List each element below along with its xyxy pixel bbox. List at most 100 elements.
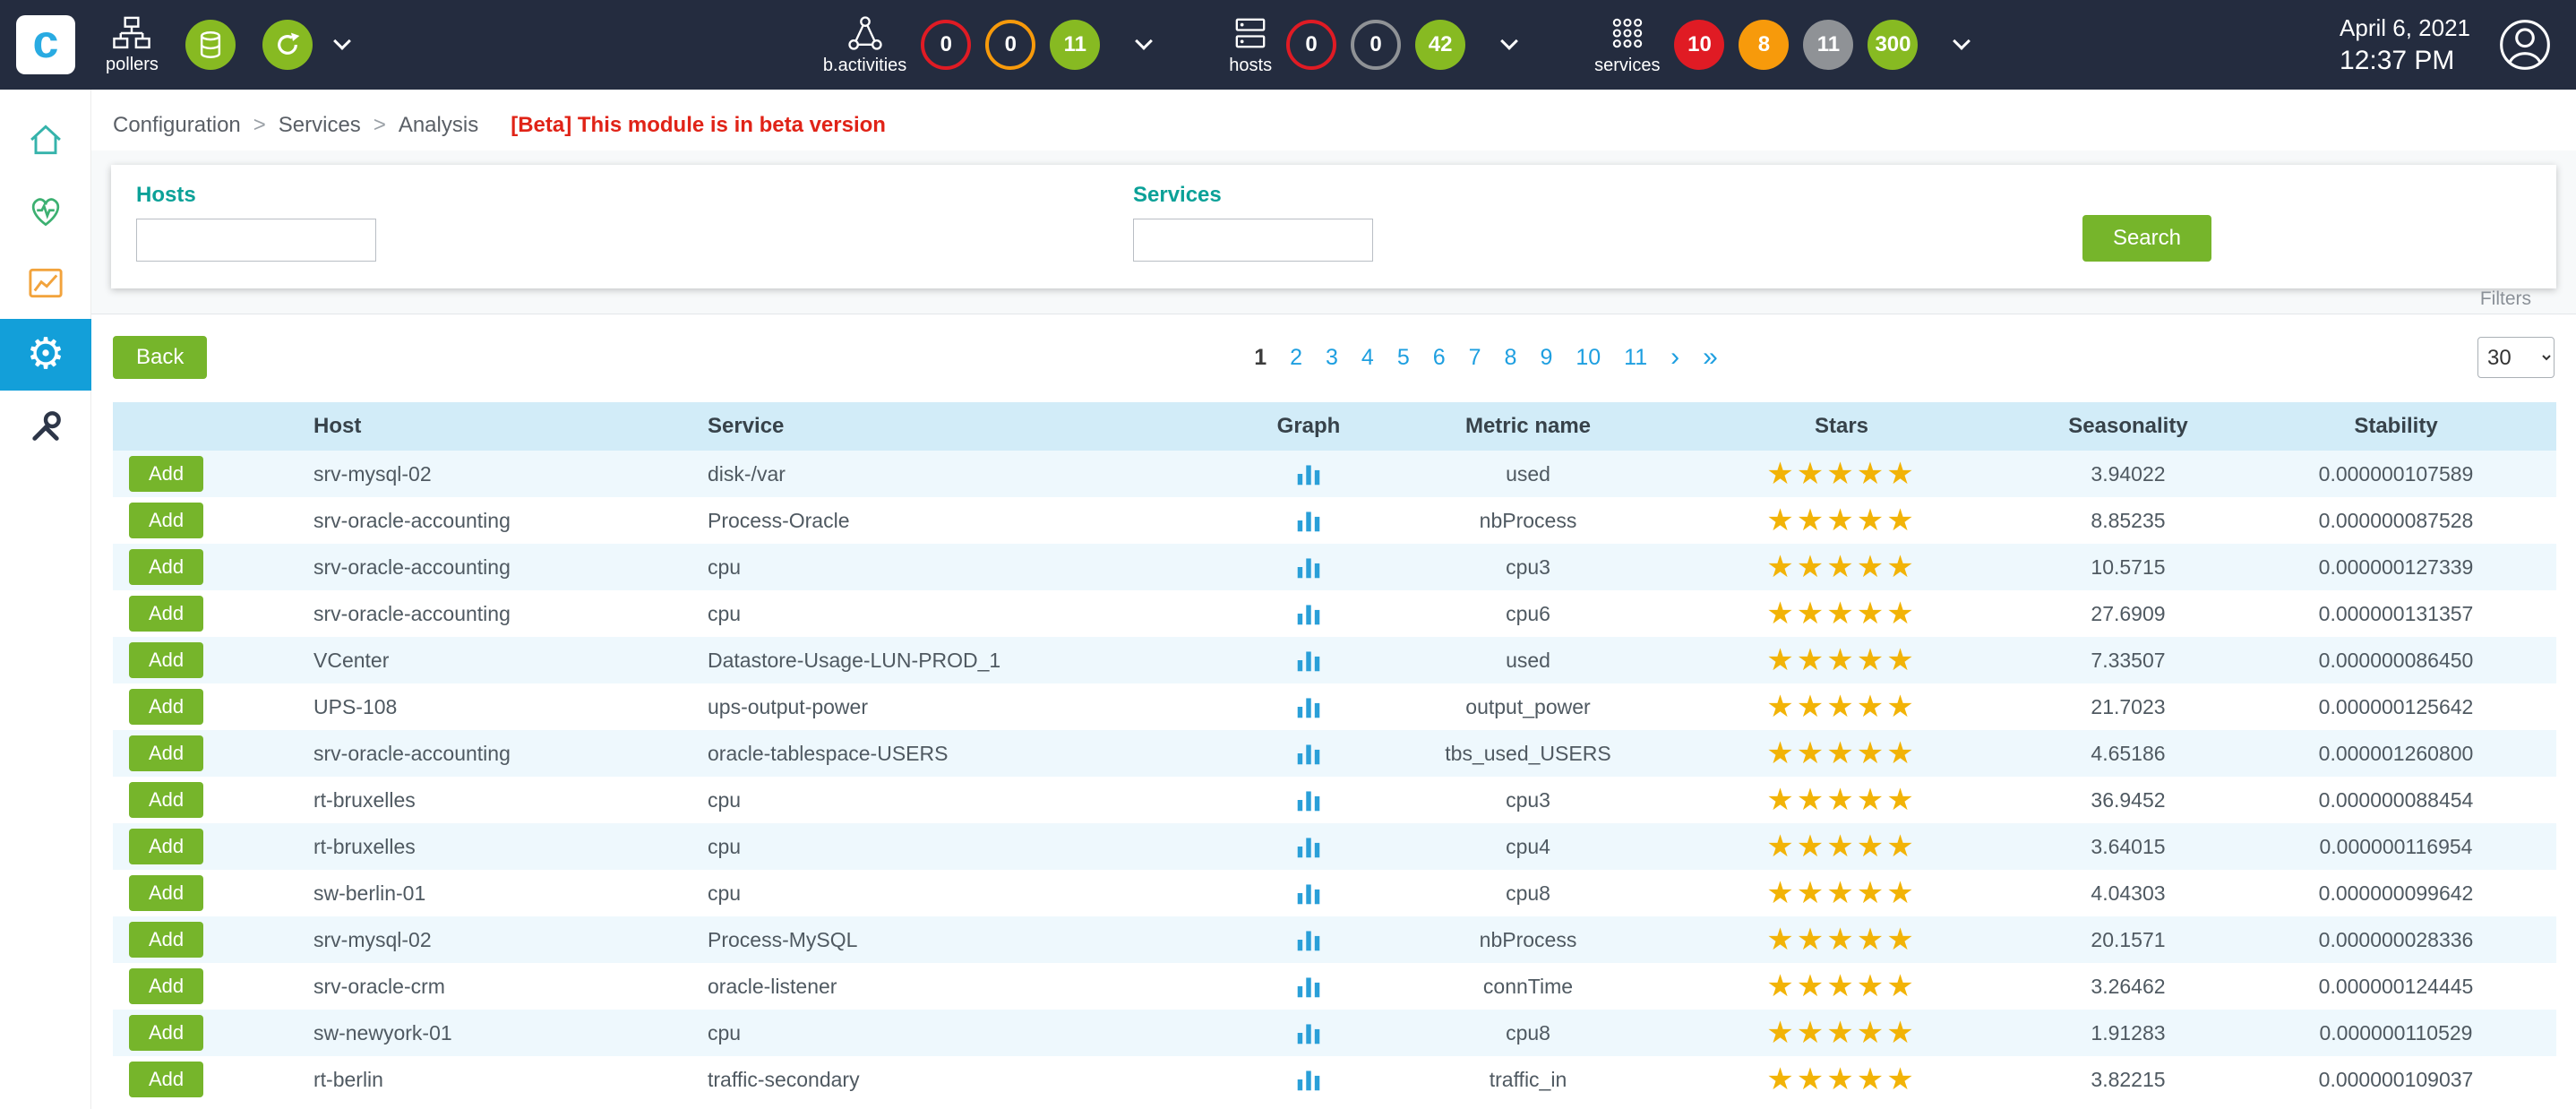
poller-latency-status-icon[interactable] [262,20,313,70]
hosts-status-group[interactable]: hosts 0 0 42 [1229,14,1516,76]
hosts-up-badge[interactable]: 42 [1415,20,1465,70]
hosts-chevron-down-icon[interactable] [1500,32,1518,50]
graph-icon[interactable] [1293,1019,1324,1046]
pagination-page[interactable]: 6 [1433,345,1446,371]
back-button[interactable]: Back [113,336,207,379]
graph-icon[interactable] [1293,507,1324,534]
add-button[interactable]: Add [129,829,203,864]
add-button[interactable]: Add [129,642,203,678]
pagination-page[interactable]: 8 [1505,345,1517,371]
graph-icon[interactable] [1293,787,1324,813]
sidebar-item-monitoring[interactable] [0,176,91,247]
star-rating: ★★★★★ [1662,1018,2021,1048]
page-size-select[interactable]: 30 [2477,337,2555,378]
add-button[interactable]: Add [129,1062,203,1097]
star-rating: ★★★★★ [1662,645,2021,675]
sidebar-item-configuration[interactable]: ⚙ [0,319,91,391]
user-menu[interactable] [2497,17,2553,73]
sidebar-item-home[interactable] [0,104,91,176]
add-button[interactable]: Add [129,782,203,818]
service-cell: cpu [650,835,1224,859]
ba-critical-badge[interactable]: 0 [921,20,971,70]
pollers-chevron-down-icon[interactable] [333,32,351,50]
add-button[interactable]: Add [129,968,203,1004]
graph-icon[interactable] [1293,693,1324,720]
services-critical-badge[interactable]: 10 [1674,20,1724,70]
graph-icon[interactable] [1293,1066,1324,1093]
services-warning-badge[interactable]: 8 [1739,20,1789,70]
ba-warning-badge[interactable]: 0 [985,20,1035,70]
table-header-row: Host Service Graph Metric name Stars Sea… [113,402,2556,451]
pagination-page[interactable]: 11 [1624,345,1647,371]
services-label: services [1594,56,1660,76]
hosts-filter-input[interactable] [136,219,376,262]
metric-cell: connTime [1394,975,1662,999]
graph-icon[interactable] [1293,554,1324,580]
services-unknown-badge[interactable]: 11 [1803,20,1853,70]
add-button[interactable]: Add [129,689,203,725]
graph-icon[interactable] [1293,833,1324,860]
services-ok-badge[interactable]: 300 [1868,20,1918,70]
pagination-last-icon[interactable]: » [1703,344,1718,371]
ba-chevron-down-icon[interactable] [1135,32,1153,50]
centreon-logo[interactable]: c [16,15,75,74]
add-button[interactable]: Add [129,922,203,958]
add-button[interactable]: Add [129,503,203,538]
sidebar-item-reporting[interactable] [0,247,91,319]
stability-cell: 0.000000125642 [2236,695,2556,719]
pagination-page[interactable]: 4 [1361,345,1374,371]
breadcrumb-services[interactable]: Services [279,113,361,138]
seasonality-cell: 27.6909 [2021,602,2236,626]
star-rating: ★★★★★ [1662,459,2021,489]
pagination-page[interactable]: 10 [1576,345,1601,371]
graph-icon[interactable] [1293,973,1324,1000]
pagination-next-icon[interactable]: › [1670,344,1679,371]
services-status-group[interactable]: services 10 8 11 300 [1594,14,1968,76]
sidebar-item-administration[interactable] [0,391,91,462]
graph-icon[interactable] [1293,880,1324,907]
metric-cell: cpu8 [1394,1021,1662,1045]
star-rating: ★★★★★ [1662,692,2021,722]
breadcrumb-analysis[interactable]: Analysis [399,113,478,138]
pagination-page[interactable]: 7 [1469,345,1481,371]
hosts-filter-label: Hosts [136,183,376,208]
services-icon [1608,14,1647,52]
business-activities-status-group[interactable]: b.activities 0 0 11 [823,14,1150,76]
search-button[interactable]: Search [2082,215,2211,262]
column-header-metric: Metric name [1394,414,1662,439]
metric-cell: used [1394,462,1662,486]
current-time: 12:37 PM [2340,46,2470,76]
add-button[interactable]: Add [129,1015,203,1051]
pagination: 1 2 3 4 5 6 7 8 9 10 11 › » [1254,344,1718,371]
ba-ok-badge[interactable]: 11 [1050,20,1100,70]
graph-icon[interactable] [1293,647,1324,674]
add-button[interactable]: Add [129,735,203,771]
services-filter-input[interactable] [1133,219,1373,262]
graph-icon[interactable] [1293,460,1324,487]
add-button[interactable]: Add [129,875,203,911]
pollers-menu[interactable]: pollers [106,15,159,75]
table-row: Add rt-bruxelles cpu cpu4 ★★★★★ 3.64015 … [113,823,2556,870]
service-cell: traffic-secondary [650,1068,1224,1092]
seasonality-cell: 20.1571 [2021,928,2236,952]
hosts-down-badge[interactable]: 0 [1286,20,1336,70]
metric-cell: nbProcess [1394,509,1662,533]
poller-database-status-icon[interactable] [185,20,236,70]
pagination-page[interactable]: 2 [1290,345,1302,371]
metric-cell: used [1394,649,1662,673]
graph-icon[interactable] [1293,926,1324,953]
breadcrumb-configuration[interactable]: Configuration [113,113,241,138]
add-button[interactable]: Add [129,549,203,585]
pagination-page[interactable]: 5 [1397,345,1410,371]
pagination-page[interactable]: 9 [1540,345,1552,371]
graph-icon[interactable] [1293,600,1324,627]
pagination-page[interactable]: 1 [1254,345,1267,371]
graph-icon[interactable] [1293,740,1324,767]
filters-caption: Filters [2480,288,2531,310]
hosts-unreachable-badge[interactable]: 0 [1351,20,1401,70]
pagination-page[interactable]: 3 [1326,345,1338,371]
add-button[interactable]: Add [129,456,203,492]
gear-icon: ⚙ [26,333,64,376]
services-chevron-down-icon[interactable] [1953,32,1971,50]
add-button[interactable]: Add [129,596,203,632]
